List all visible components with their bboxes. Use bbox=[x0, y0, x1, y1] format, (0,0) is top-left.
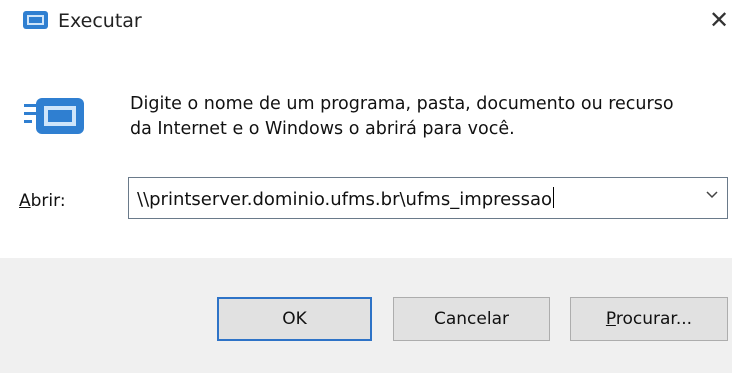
open-label-mnemonic: A bbox=[19, 191, 31, 211]
instruction-text: Digite o nome de um programa, pasta, doc… bbox=[130, 94, 674, 139]
open-input-value: \\printserver.dominio.ufms.br\ufms_impre… bbox=[137, 189, 553, 210]
ok-button[interactable]: OK bbox=[217, 297, 372, 341]
chevron-down-icon[interactable] bbox=[705, 188, 719, 202]
browse-button[interactable]: Procurar... bbox=[570, 297, 728, 341]
browse-label-rest: rocurar... bbox=[615, 309, 693, 329]
open-label-rest: brir: bbox=[30, 191, 66, 211]
title-bar: Executar ✕ bbox=[0, 0, 732, 48]
open-input[interactable]: \\printserver.dominio.ufms.br\ufms_impre… bbox=[137, 187, 555, 211]
window-title: Executar bbox=[58, 10, 142, 32]
open-combobox[interactable]: \\printserver.dominio.ufms.br\ufms_impre… bbox=[128, 177, 728, 219]
cancel-button[interactable]: Cancelar bbox=[393, 297, 550, 341]
close-button[interactable]: ✕ bbox=[704, 6, 732, 36]
browse-mnemonic: P bbox=[605, 309, 616, 329]
text-caret bbox=[553, 187, 555, 208]
run-dialog-icon bbox=[24, 98, 84, 134]
run-icon bbox=[23, 11, 48, 29]
open-label: Abrir: bbox=[19, 190, 66, 212]
